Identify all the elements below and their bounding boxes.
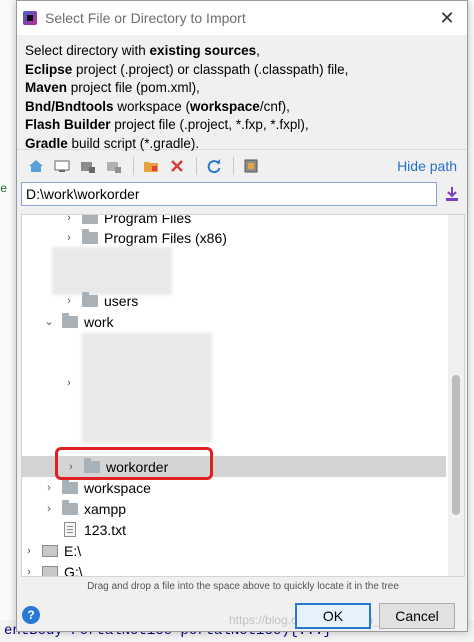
help-button[interactable]: ? <box>22 606 40 624</box>
path-bar <box>17 181 467 207</box>
folder-icon <box>62 312 78 328</box>
toolbar-separator <box>196 156 197 175</box>
download-icon[interactable] <box>441 183 463 205</box>
tree-row-label: xampp <box>84 500 127 517</box>
ok-button[interactable]: OK <box>295 603 371 629</box>
expand-arrow-icon[interactable]: › <box>42 482 56 494</box>
folder-icon <box>82 215 98 224</box>
refresh-icon[interactable] <box>203 155 225 177</box>
drive-icon <box>42 544 58 557</box>
tree-row-label: E:\ <box>64 542 82 559</box>
folder-icon <box>82 228 98 244</box>
tree-row[interactable]: › xampp <box>42 498 464 519</box>
tree-row[interactable]: › E:\ <box>22 540 446 561</box>
annotation-highlight-box <box>55 447 213 480</box>
show-hidden-icon[interactable] <box>240 155 262 177</box>
tree-row[interactable]: 123.txt <box>42 519 464 540</box>
expand-arrow-icon[interactable]: › <box>42 503 56 515</box>
tree-row[interactable]: › G:\ <box>22 561 446 577</box>
module-icon[interactable] <box>103 155 125 177</box>
cancel-button[interactable]: Cancel <box>379 603 455 629</box>
expand-arrow-icon[interactable]: › <box>62 215 76 224</box>
tree-row-label: work <box>84 313 114 330</box>
file-toolbar: Hide path <box>17 149 467 181</box>
description-line: Bnd/Bndtools workspace (workspace/cnf), <box>25 98 290 114</box>
tree-row[interactable]: › Program Files (x86) <box>62 227 464 248</box>
drag-drop-hint: Drag and drop a file into the space abov… <box>87 581 399 592</box>
blurred-items <box>52 247 172 295</box>
dialog-title: Select File or Directory to Import <box>45 10 246 26</box>
expand-arrow-icon[interactable]: › <box>62 295 76 307</box>
expand-arrow-icon[interactable]: › <box>62 377 76 389</box>
expand-arrow-icon[interactable]: › <box>22 566 36 577</box>
expand-arrow-icon[interactable]: › <box>22 545 36 557</box>
scrollbar-thumb[interactable] <box>452 375 460 515</box>
description-line: Eclipse project (.project) or classpath … <box>25 61 349 77</box>
tree-row[interactable]: › Program Files <box>62 214 464 228</box>
tree-row-label: users <box>104 292 139 309</box>
description-line: Select directory with existing sources, <box>25 43 260 58</box>
import-dialog: Select File or Directory to Import ✕ Sel… <box>16 0 468 632</box>
tree-row-label: 123.txt <box>84 521 127 538</box>
toolbar-separator <box>233 156 234 175</box>
tree-row-label: workspace <box>84 479 151 496</box>
delete-icon[interactable] <box>166 155 188 177</box>
description-line: Maven project file (pom.xml), <box>25 80 200 95</box>
home-icon[interactable] <box>25 155 47 177</box>
editor-edge-text: e <box>0 182 8 196</box>
new-folder-icon[interactable] <box>140 155 162 177</box>
tree-row[interactable]: ⌄ work <box>42 311 464 332</box>
folder-icon <box>62 499 78 515</box>
expand-arrow-icon[interactable]: › <box>62 232 76 244</box>
tree-row[interactable]: › <box>62 372 464 393</box>
folder-icon <box>62 478 78 494</box>
intellij-icon <box>23 11 37 25</box>
drive-icon <box>42 565 58 576</box>
import-description: Select directory with existing sources, E… <box>17 35 467 151</box>
folder-icon <box>82 291 98 307</box>
collapse-arrow-icon[interactable]: ⌄ <box>42 315 56 328</box>
text-file-icon <box>64 522 76 537</box>
tree-row-label: Program Files (x86) <box>104 229 227 246</box>
toolbar-separator <box>133 156 134 175</box>
vertical-scrollbar[interactable] <box>448 215 464 576</box>
tree-row[interactable]: › workspace <box>42 477 464 498</box>
tree-row-label: Program Files <box>104 214 192 226</box>
description-line: Flash Builder project file (.project, *.… <box>25 117 309 132</box>
close-button[interactable]: ✕ <box>427 1 467 35</box>
project-icon[interactable] <box>77 155 99 177</box>
hide-path-link[interactable]: Hide path <box>397 158 457 174</box>
tree-row[interactable]: › users <box>62 290 464 311</box>
desktop-icon[interactable] <box>51 155 73 177</box>
tree-row-label: G:\ <box>64 563 83 577</box>
path-field[interactable] <box>21 182 437 206</box>
file-tree[interactable]: › Program Files › Program Files (x86) › … <box>21 214 465 577</box>
title-bar: Select File or Directory to Import ✕ <box>17 1 467 35</box>
